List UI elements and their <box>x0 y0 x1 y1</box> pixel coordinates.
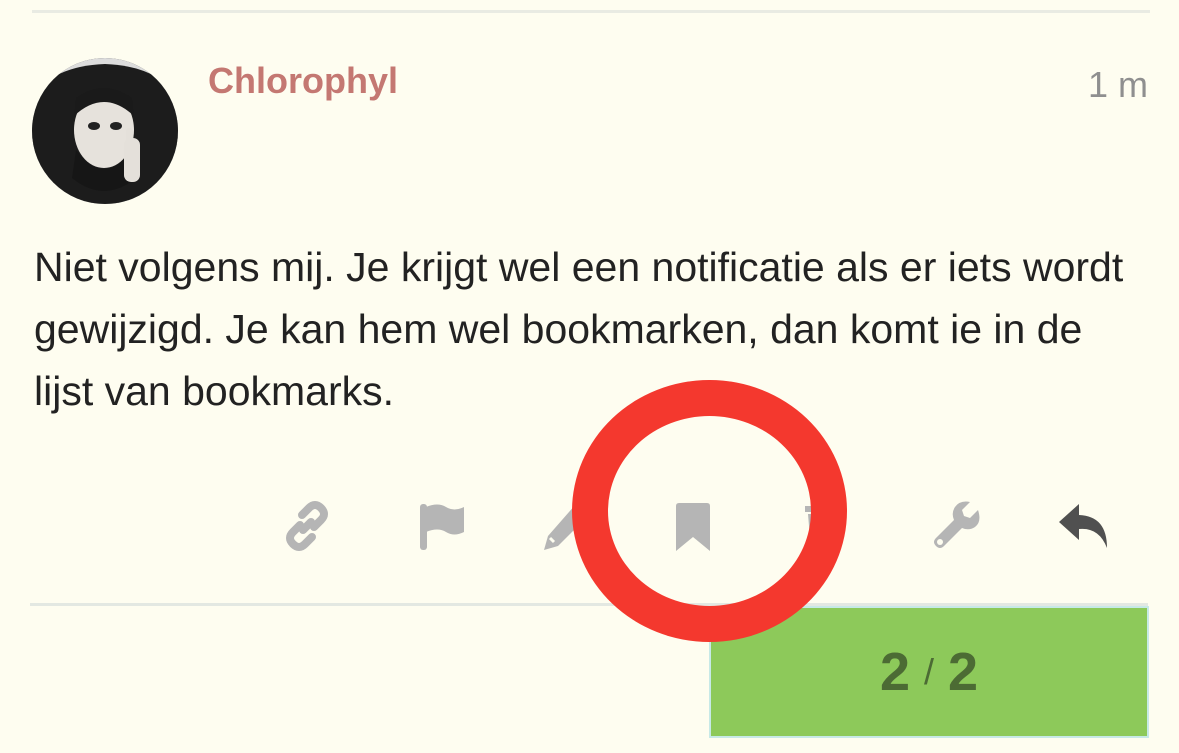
admin-button[interactable] <box>918 488 994 564</box>
post-age[interactable]: 1 m <box>1088 64 1148 106</box>
reply-button[interactable] <box>1047 488 1123 564</box>
bookmark-button[interactable] <box>655 488 731 564</box>
link-icon <box>286 501 328 551</box>
avatar[interactable] <box>32 58 178 204</box>
post-body: Niet volgens mij. Je krijgt wel een noti… <box>34 244 1124 414</box>
reply-icon <box>1059 504 1107 548</box>
top-divider <box>32 10 1150 13</box>
bookmark-icon <box>676 503 710 551</box>
progress-current: 2 <box>879 642 910 702</box>
flag-button[interactable] <box>400 488 476 564</box>
trash-icon <box>805 506 837 550</box>
username[interactable]: Chlorophyl <box>208 60 398 102</box>
edit-button[interactable] <box>528 488 604 564</box>
wrench-icon <box>934 501 980 548</box>
delete-button[interactable] <box>783 488 859 564</box>
avatar-photo <box>32 58 178 204</box>
progress-separator: / <box>923 651 934 692</box>
copy-link-button[interactable] <box>269 488 345 564</box>
flag-icon <box>420 504 464 550</box>
progress-total: 2 <box>948 642 979 702</box>
topic-progress[interactable]: 2 / 2 <box>709 606 1149 738</box>
pencil-icon <box>544 504 588 550</box>
topic-page: Chlorophyl 1 m Niet volgens mij. Je krij… <box>0 0 1179 753</box>
